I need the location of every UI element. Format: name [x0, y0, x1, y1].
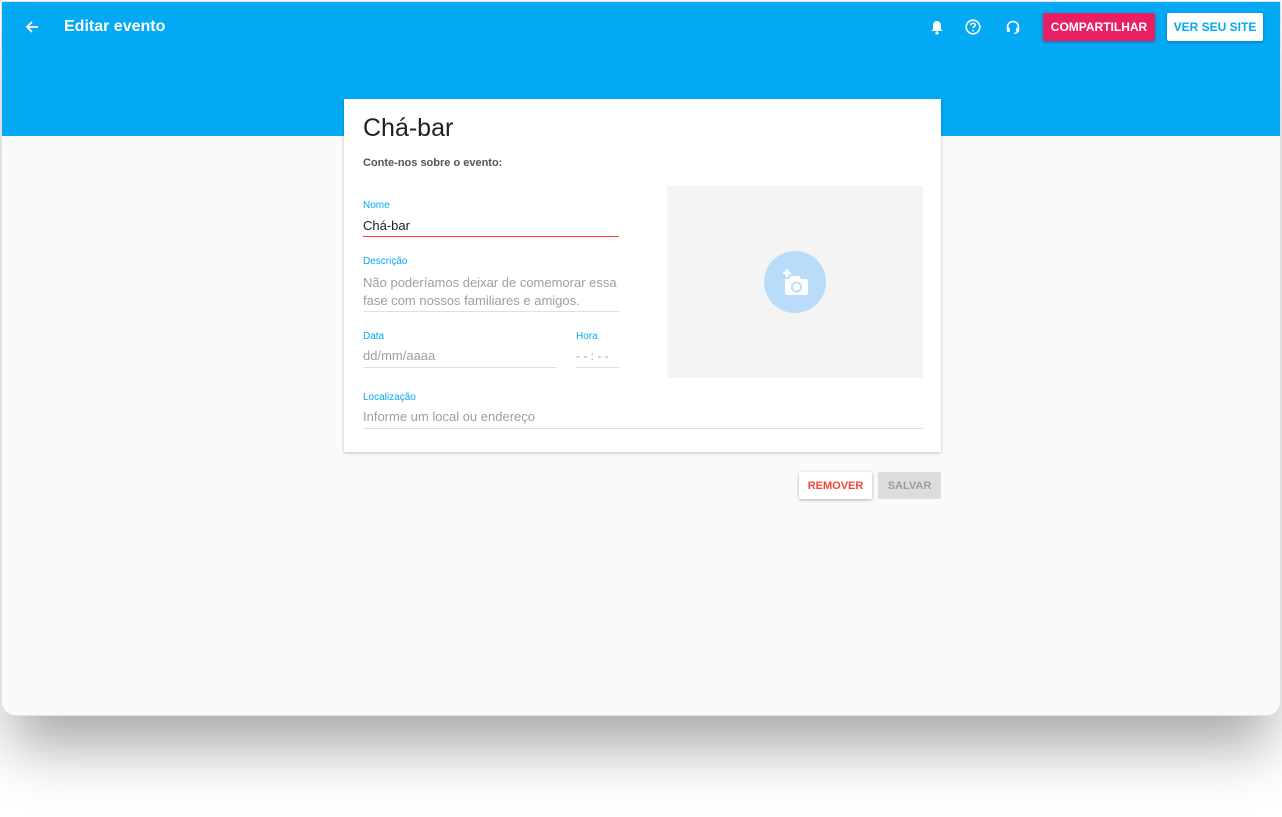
time-underline [576, 367, 619, 368]
help-button[interactable] [962, 16, 984, 38]
date-label: Data [363, 331, 385, 342]
support-button[interactable] [1002, 16, 1024, 38]
share-button[interactable]: COMPARTILHAR [1043, 13, 1155, 41]
notifications-button[interactable] [926, 16, 948, 38]
support-icon [1006, 20, 1020, 34]
card-title: Chá-bar [363, 114, 454, 142]
remove-button[interactable]: REMOVER [799, 472, 872, 499]
card-subtitle: Conte-nos sobre o evento: [363, 157, 503, 169]
arrow-back-icon [25, 21, 38, 33]
view-site-button[interactable]: VER SEU SITE [1167, 13, 1263, 41]
date-underline [363, 367, 557, 368]
app-window: Editar evento COMPARTILHAR VER SEU SITE … [1, 1, 1281, 716]
name-input[interactable]: Chá-bar [363, 218, 619, 236]
location-input[interactable]: Informe um local ou endereço [363, 408, 923, 426]
photo-upload-area[interactable] [667, 186, 923, 378]
page-title: Editar evento [64, 18, 166, 35]
time-label: Hora [576, 331, 598, 342]
add-photo-icon [783, 269, 808, 295]
name-label: Nome [363, 200, 390, 211]
time-input[interactable]: - - : - - [576, 347, 619, 365]
description-label: Descrição [363, 256, 408, 267]
date-input[interactable]: dd/mm/aaaa [363, 347, 557, 365]
description-underline [363, 311, 619, 312]
photo-upload-circle [764, 251, 826, 313]
bell-icon [931, 20, 943, 35]
location-underline [363, 428, 923, 429]
event-form-card: Chá-bar Conte-nos sobre o evento: Nome C… [344, 99, 941, 452]
back-button[interactable] [20, 15, 44, 39]
save-button[interactable]: SALVAR [878, 472, 941, 499]
name-underline [363, 236, 619, 237]
description-input[interactable]: Não poderíamos deixar de comemorar essa … [363, 274, 619, 310]
location-label: Localização [363, 392, 416, 403]
help-icon [965, 19, 981, 35]
